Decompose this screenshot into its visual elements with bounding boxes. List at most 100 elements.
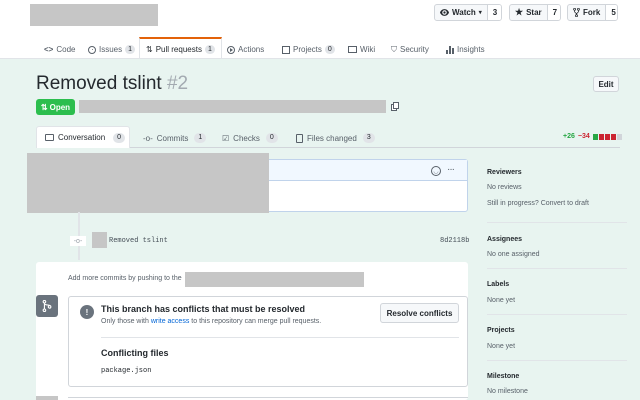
conflict-divider bbox=[101, 337, 459, 338]
edit-button[interactable]: Edit bbox=[593, 76, 619, 92]
branch-name-redacted bbox=[185, 272, 364, 287]
diffstat-bar bbox=[592, 133, 622, 140]
milestone-value: No milestone bbox=[487, 388, 528, 395]
tab-security-label: Security bbox=[400, 45, 429, 54]
diffstat-additions: +26 bbox=[563, 133, 575, 140]
tab-actions[interactable]: Actions bbox=[227, 40, 264, 59]
tab-files-changed[interactable]: Files changed 3 bbox=[296, 128, 375, 148]
tab-commits[interactable]: -o- Commits 1 bbox=[143, 128, 207, 148]
projects-title[interactable]: Projects bbox=[487, 327, 515, 334]
conflicting-file[interactable]: package.json bbox=[101, 367, 151, 375]
alert-icon: ! bbox=[80, 305, 94, 319]
status-badge-label: Open bbox=[49, 102, 71, 112]
eye-icon bbox=[440, 9, 449, 16]
star-button[interactable]: ★ Star 7 bbox=[509, 4, 561, 21]
play-icon bbox=[227, 45, 235, 54]
assignees-value: No one assigned bbox=[487, 251, 540, 258]
tab-issues-count: 1 bbox=[125, 45, 136, 54]
tab-files-changed-label: Files changed bbox=[307, 133, 357, 143]
fork-button[interactable]: Fork 5 bbox=[567, 4, 618, 21]
resolve-conflicts-label: Resolve conflicts bbox=[386, 308, 453, 318]
convert-to-draft-link[interactable]: Still in progress? Convert to draft bbox=[487, 200, 589, 207]
tab-conversation-label: Conversation bbox=[58, 133, 106, 142]
diffstat: +26 −34 bbox=[563, 133, 622, 140]
assignees-title[interactable]: Assignees bbox=[487, 236, 522, 243]
commit-node-icon: -o- bbox=[70, 236, 86, 246]
commit-icon: -o- bbox=[143, 133, 153, 143]
tab-checks-label: Checks bbox=[233, 133, 260, 143]
commit-avatar[interactable] bbox=[92, 232, 107, 248]
conflict-title: This branch has conflicts that must be r… bbox=[101, 304, 306, 314]
tab-projects-count: 0 bbox=[324, 45, 335, 54]
tab-issues-label: Issues bbox=[99, 45, 123, 54]
tab-pull-requests-label: Pull requests bbox=[155, 44, 202, 54]
tab-projects-label: Projects bbox=[293, 45, 322, 54]
author-redacted bbox=[27, 153, 269, 213]
tab-checks-count: 0 bbox=[265, 133, 278, 143]
tab-wiki[interactable]: Wiki bbox=[348, 40, 375, 59]
pr-number: #2 bbox=[166, 73, 189, 94]
pr-meta-redacted bbox=[79, 100, 386, 113]
commit-message[interactable]: Removed tslint bbox=[109, 237, 168, 245]
next-panel-edge bbox=[36, 396, 58, 400]
sidebar-divider bbox=[487, 360, 627, 361]
comment-icon bbox=[45, 134, 54, 141]
add-commits-text: Add more commits by pushing to the bbox=[68, 275, 182, 282]
milestone-title[interactable]: Milestone bbox=[487, 373, 519, 380]
star-label: Star bbox=[526, 8, 542, 17]
tab-commits-label: Commits bbox=[156, 133, 189, 143]
fork-label: Fork bbox=[583, 8, 601, 17]
sidebar-divider bbox=[487, 222, 627, 223]
tab-issues[interactable]: Issues 1 bbox=[88, 40, 136, 59]
write-access-link[interactable]: write access bbox=[151, 318, 190, 325]
tab-pull-requests[interactable]: ⇅ Pull requests 1 bbox=[139, 37, 222, 59]
star-count[interactable]: 7 bbox=[546, 5, 560, 20]
repo-name-redacted[interactable] bbox=[30, 4, 158, 26]
pr-title: Removed tslint bbox=[36, 73, 162, 94]
page-title: Removed tslint #2 bbox=[36, 73, 188, 95]
tab-code-label: Code bbox=[56, 45, 76, 54]
reviewers-title[interactable]: Reviewers bbox=[487, 169, 522, 176]
book-icon bbox=[348, 46, 357, 53]
smiley-icon[interactable]: ◡ bbox=[431, 166, 441, 176]
shield-icon: ⛉ bbox=[391, 44, 397, 54]
sidebar-divider bbox=[487, 268, 627, 269]
tab-security[interactable]: ⛉ Security bbox=[391, 40, 429, 59]
labels-title[interactable]: Labels bbox=[487, 281, 509, 288]
edit-label: Edit bbox=[598, 79, 614, 89]
graph-icon bbox=[446, 45, 454, 54]
file-diff-icon bbox=[296, 133, 303, 143]
star-icon: ★ bbox=[515, 7, 524, 17]
labels-value: None yet bbox=[487, 297, 516, 304]
tab-code[interactable]: <> Code bbox=[44, 40, 75, 59]
fork-count[interactable]: 5 bbox=[605, 5, 617, 20]
tab-commits-count: 1 bbox=[194, 133, 207, 143]
diffstat-deletions: −34 bbox=[577, 133, 590, 140]
copy-icon[interactable] bbox=[391, 102, 399, 111]
fork-icon bbox=[573, 8, 580, 17]
tab-insights[interactable]: Insights bbox=[446, 40, 485, 59]
checklist-icon: ☑ bbox=[222, 133, 230, 143]
tab-projects[interactable]: Projects 0 bbox=[282, 40, 335, 59]
merge-icon bbox=[36, 295, 58, 317]
projects-value: None yet bbox=[487, 343, 516, 350]
more-options-icon[interactable]: ··· bbox=[447, 164, 455, 175]
tab-checks[interactable]: ☑ Checks 0 bbox=[222, 128, 278, 148]
pull-request-icon: ⇅ bbox=[40, 102, 48, 112]
conflict-desc-pre: Only those with bbox=[101, 318, 149, 325]
tab-conversation-count: 0 bbox=[113, 132, 126, 143]
conflict-description: Only those with write access to this rep… bbox=[101, 318, 321, 325]
code-icon: <> bbox=[44, 45, 54, 54]
sidebar-divider bbox=[487, 314, 627, 315]
conflict-desc-post: to this repository can merge pull reques… bbox=[191, 318, 322, 325]
tab-files-changed-count: 3 bbox=[362, 133, 375, 143]
tab-wiki-label: Wiki bbox=[360, 45, 376, 54]
tab-conversation[interactable]: Conversation 0 bbox=[36, 126, 130, 148]
tab-insights-label: Insights bbox=[457, 45, 485, 54]
watch-button[interactable]: Watch ▾ 3 bbox=[434, 4, 502, 21]
resolve-conflicts-button[interactable]: Resolve conflicts bbox=[380, 303, 459, 323]
commit-sha[interactable]: 8d2118b bbox=[440, 237, 469, 245]
pull-request-icon: ⇅ bbox=[146, 44, 153, 54]
watch-count[interactable]: 3 bbox=[486, 5, 501, 20]
status-badge: ⇅ Open bbox=[36, 99, 75, 115]
